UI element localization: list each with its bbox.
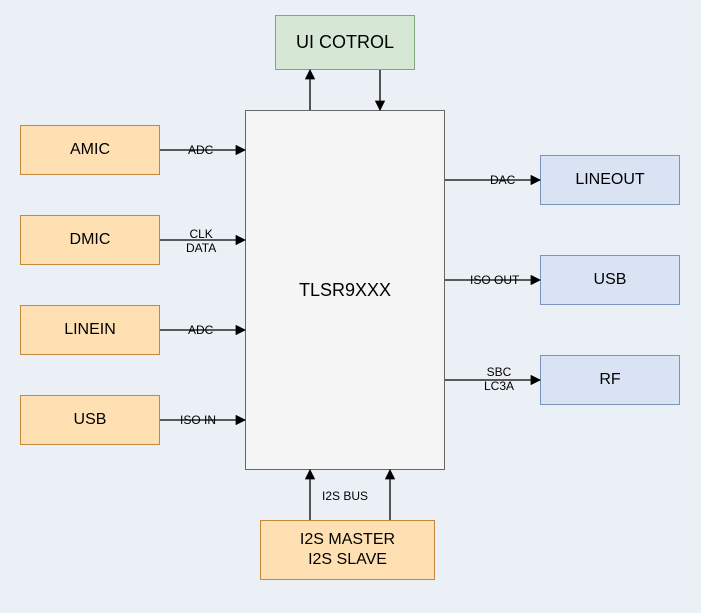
label-iso-out: ISO OUT: [470, 274, 519, 288]
block-i2s: I2S MASTER I2S SLAVE: [260, 520, 435, 580]
label-i2s-bus: I2S BUS: [322, 490, 368, 504]
block-linein: LINEIN: [20, 305, 160, 355]
block-ui-control: UI COTROL: [275, 15, 415, 70]
block-dmic: DMIC: [20, 215, 160, 265]
block-lineout: LINEOUT: [540, 155, 680, 205]
label-linein-adc: ADC: [188, 324, 213, 338]
block-usb-out: USB: [540, 255, 680, 305]
label-sbc: SBC LC3A: [484, 366, 514, 394]
label-usb-iso-in: ISO IN: [180, 414, 216, 428]
block-amic: AMIC: [20, 125, 160, 175]
block-rf: RF: [540, 355, 680, 405]
label-amic-adc: ADC: [188, 144, 213, 158]
block-usb-in: USB: [20, 395, 160, 445]
label-dac: DAC: [490, 174, 515, 188]
block-center-chip: TLSR9XXX: [245, 110, 445, 470]
label-dmic: CLK DATA: [186, 228, 216, 256]
